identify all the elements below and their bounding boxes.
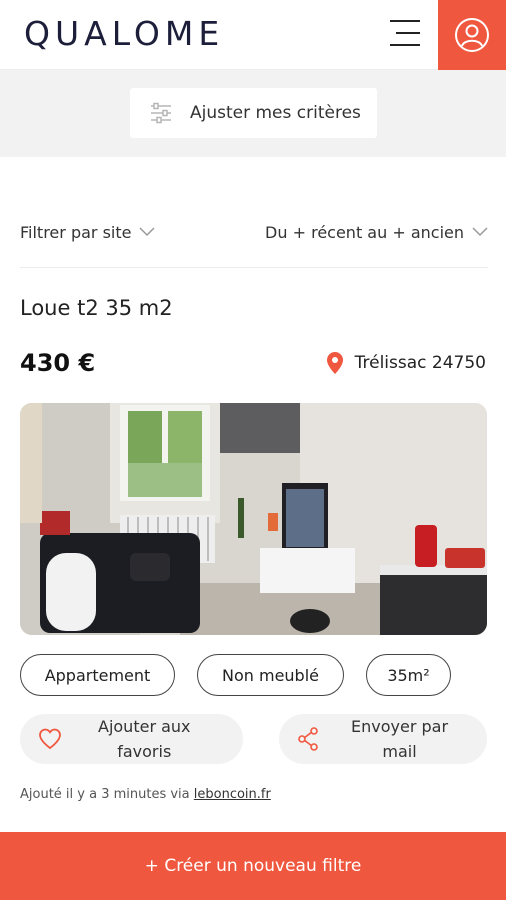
tag-chip-surface[interactable]: 35m² [366,654,451,696]
adjust-criteria-button[interactable]: Ajuster mes critères [130,88,377,138]
create-filter-label: + Créer un nouveau filtre [144,856,362,876]
sliders-icon [151,102,171,124]
filter-row: Filtrer par site Du + récent au + ancien [20,218,488,246]
site-filter-label: Filtrer par site [20,222,132,242]
create-filter-button[interactable]: + Créer un nouveau filtre [0,832,506,900]
sort-dropdown[interactable]: Du + récent au + ancien [265,223,488,242]
user-account-button[interactable] [438,0,506,70]
hamburger-menu-button[interactable] [390,20,422,50]
location-text: Trélissac 24750 [354,353,486,373]
user-icon [455,18,489,52]
listing-actions: Ajouter aux favoris Envoyer par mail [20,714,487,764]
chevron-down-icon [472,227,488,237]
listing-price: 430 € [20,349,96,377]
site-filter-dropdown[interactable]: Filtrer par site [20,223,155,242]
add-favorite-label: Ajouter aux favoris [98,717,191,761]
hamburger-icon [390,20,420,22]
tag-chips: Appartement Non meublé 35m² [20,654,473,696]
add-favorite-button[interactable]: Ajouter aux favoris [20,714,243,764]
share-by-mail-button[interactable]: Envoyer par mail [279,714,487,764]
share-icon [298,727,318,751]
listing-title[interactable]: Loue t2 35 m2 [20,296,173,320]
listing-location: Trélissac 24750 [326,352,486,374]
heart-icon [39,728,61,750]
tag-chip-property-type[interactable]: Appartement [20,654,175,696]
added-time-text: Ajouté il y a 3 minutes via [20,787,194,802]
tag-chip-furnishing[interactable]: Non meublé [197,654,344,696]
app-header: QUALOME [0,0,506,70]
adjust-criteria-label: Ajuster mes critères [190,103,361,123]
criteria-band: Ajuster mes critères [0,70,506,157]
app-logo[interactable]: QUALOME [24,14,224,53]
source-site-link[interactable]: leboncoin.fr [194,787,271,802]
listing-photo[interactable] [20,403,487,635]
divider [20,267,488,268]
chevron-down-icon [139,227,155,237]
location-pin-icon [326,352,343,374]
apartment-photo-image [20,403,487,635]
share-by-mail-label: Envoyer par mail [351,717,449,761]
sort-label: Du + récent au + ancien [265,222,464,242]
listing-added-info: Ajouté il y a 3 minutes via leboncoin.fr [20,787,271,802]
